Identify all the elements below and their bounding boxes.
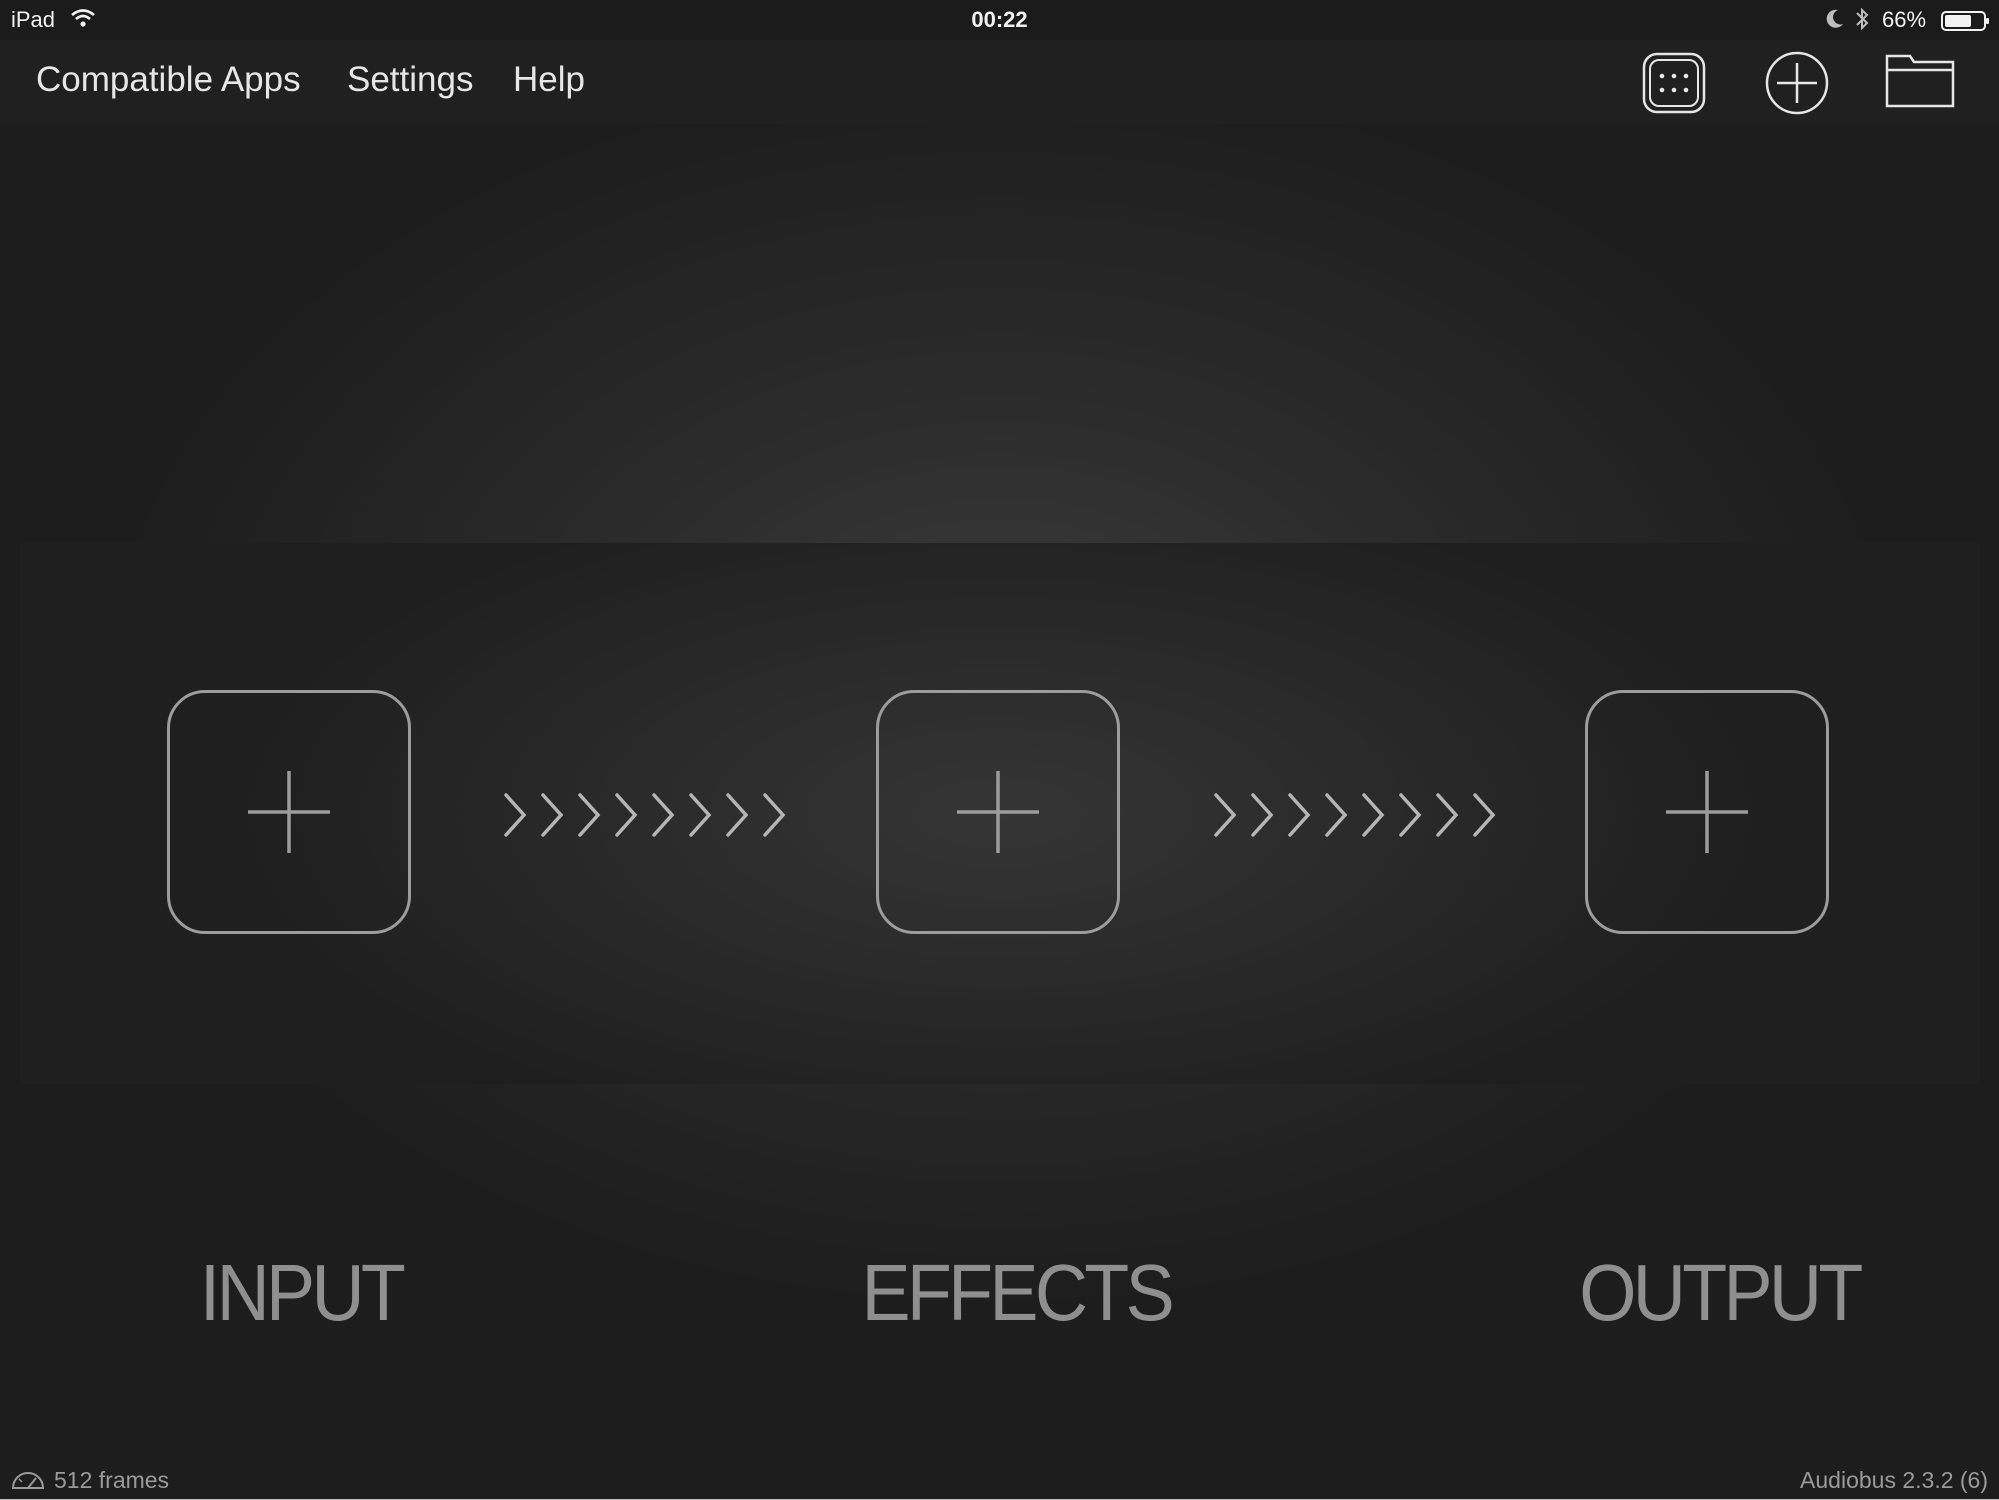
buffer-frames: 512 frames: [54, 1467, 170, 1493]
output-label: OUTPUT: [1579, 1248, 1863, 1337]
plus-icon: [957, 771, 1039, 853]
app-version: Audiobus 2.3.2 (6): [1800, 1467, 1988, 1493]
status-bar: iPad 00:22 66%: [0, 0, 1999, 40]
plus-icon: [1666, 771, 1748, 853]
moon-icon: [1826, 9, 1844, 34]
plus-icon: [248, 771, 330, 853]
chevrons-icon: [500, 791, 790, 844]
bluetooth-icon: [1854, 7, 1870, 36]
input-label: INPUT: [199, 1248, 406, 1337]
effects-add-button[interactable]: [876, 690, 1120, 934]
battery-percent: 66%: [1882, 7, 1927, 32]
chevrons-icon: [1210, 791, 1500, 844]
input-add-button[interactable]: [167, 690, 411, 934]
latency-gauge-icon: [10, 1470, 46, 1497]
effects-label: EFFECTS: [861, 1248, 1174, 1337]
pipeline-band: [20, 543, 1980, 1084]
folder-icon[interactable]: [1884, 50, 1956, 117]
app-screen: iPad 00:22 66% Compatible Apps Settings …: [0, 0, 1999, 1500]
help-link[interactable]: Help: [513, 60, 585, 100]
battery-icon: [1941, 10, 1991, 37]
settings-link[interactable]: Settings: [347, 60, 473, 100]
nav-bar: Compatible Apps Settings Help: [0, 40, 1999, 124]
app-grid-icon[interactable]: [1640, 50, 1708, 121]
add-circle-icon[interactable]: [1763, 50, 1831, 121]
compatible-apps-link[interactable]: Compatible Apps: [36, 60, 301, 100]
output-add-button[interactable]: [1585, 690, 1829, 934]
clock: 00:22: [971, 7, 1028, 32]
